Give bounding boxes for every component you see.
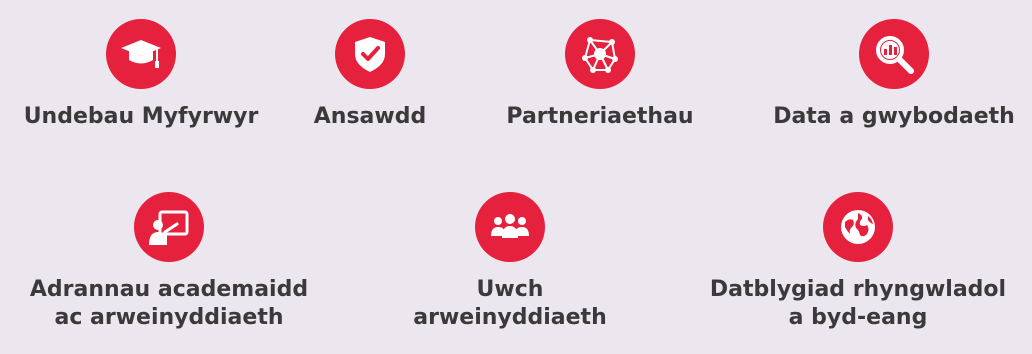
topic-grid: Undebau Myfyrwyr Ansawdd Partneriaethau … (0, 0, 1032, 354)
topic-senior-leadership[interactable]: Uwch arweinyddiaeth (413, 192, 607, 332)
icon-circle (106, 19, 176, 89)
topic-label: Ansawdd (313, 104, 427, 129)
shield-check-icon (355, 37, 385, 72)
network-icon (582, 37, 618, 73)
topic-academic-departments[interactable]: Adrannau academaidd ac arweinyddiaeth (24, 192, 314, 332)
label-line: a byd-eang (788, 305, 928, 330)
icon-circle (475, 192, 545, 262)
topic-students-unions[interactable]: Undebau Myfyrwyr (0, 19, 282, 131)
topic-label: Partneriaethau (506, 104, 694, 129)
topic-partnerships[interactable]: Partneriaethau (480, 19, 720, 131)
group-icon (491, 214, 529, 238)
topic-label: Uwch arweinyddiaeth (413, 276, 606, 332)
icon-circle (565, 19, 635, 89)
topic-international-development[interactable]: Datblygiad rhyngwladol a byd-eang (688, 192, 1028, 332)
magnifier-chart-icon (876, 36, 914, 74)
icon-circle (859, 19, 929, 89)
icon-circle (335, 19, 405, 89)
icon-circle (134, 192, 204, 262)
label-line: Uwch (476, 277, 544, 302)
graduation-cap-icon (121, 40, 161, 68)
topic-label: Undebau Myfyrwyr (23, 104, 259, 129)
globe-icon (841, 210, 875, 244)
topic-label: Datblygiad rhyngwladol a byd-eang (710, 276, 1006, 332)
topic-label: Data a gwybodaeth (773, 104, 1015, 129)
label-line: arweinyddiaeth (413, 305, 607, 330)
topic-data-intelligence[interactable]: Data a gwybodaeth (756, 19, 1032, 131)
topic-label: Adrannau academaidd ac arweinyddiaeth (30, 276, 308, 332)
icon-circle (823, 192, 893, 262)
label-line: Adrannau academaidd (29, 277, 309, 302)
label-line: ac arweinyddiaeth (54, 305, 284, 330)
topic-quality[interactable]: Ansawdd (290, 19, 450, 131)
label-line: Datblygiad rhyngwladol (709, 277, 1007, 302)
teacher-board-icon (149, 210, 189, 245)
